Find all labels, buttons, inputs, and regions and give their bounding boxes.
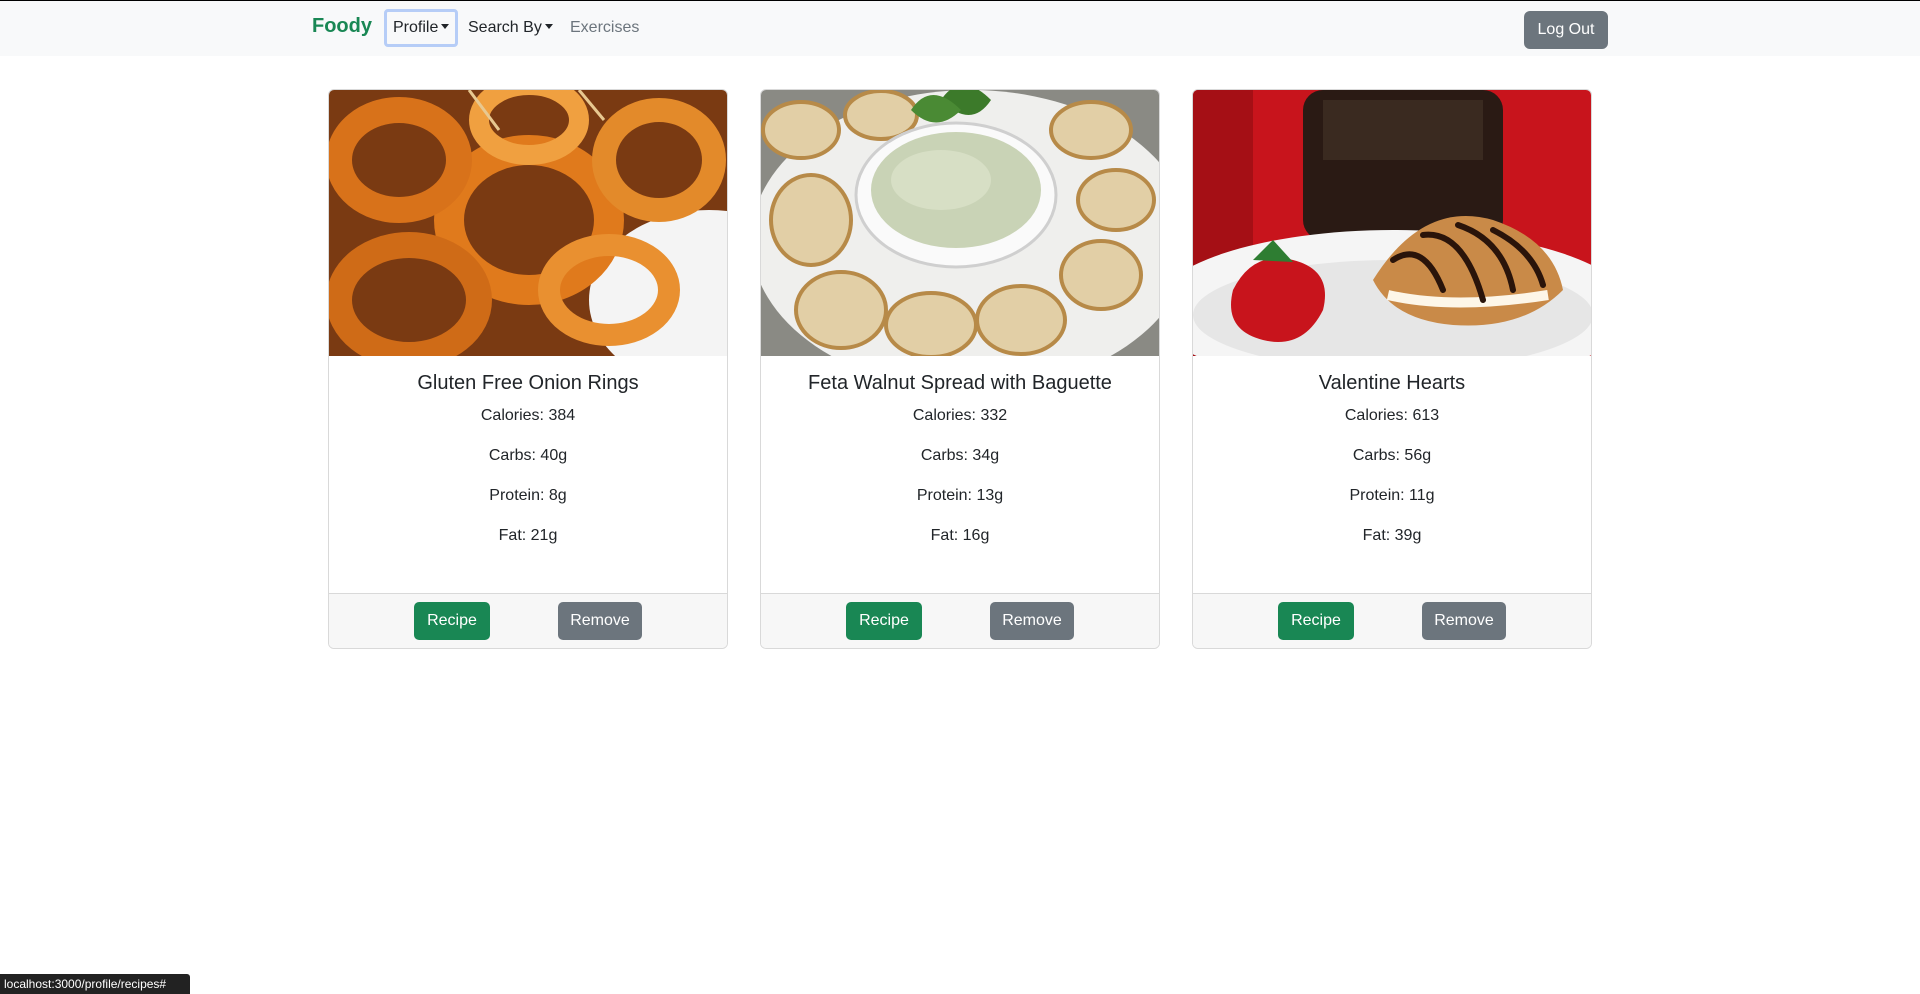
remove-button[interactable]: Remove <box>1422 602 1506 640</box>
browser-status-bar: localhost:3000/profile/recipes# <box>0 974 190 994</box>
card-footer: Recipe Remove <box>329 593 727 648</box>
nav-exercises-link[interactable]: Exercises <box>562 9 647 47</box>
remove-button[interactable]: Remove <box>990 602 1074 640</box>
recipe-title: Feta Walnut Spread with Baguette <box>808 372 1112 394</box>
recipe-calories: Calories: 613 <box>1344 407 1440 424</box>
recipe-button[interactable]: Recipe <box>846 602 922 640</box>
nav-search-by-label: Search By <box>468 19 542 36</box>
recipe-title: Valentine Hearts <box>1318 372 1466 394</box>
brand-logo[interactable]: Foody <box>312 15 372 38</box>
recipe-fat: Fat: 39g <box>1362 527 1422 544</box>
recipe-carbs: Carbs: 40g <box>488 447 568 464</box>
recipe-button[interactable]: Recipe <box>414 602 490 640</box>
card-footer: Recipe Remove <box>761 593 1159 648</box>
recipe-protein: Protein: 13g <box>916 487 1004 504</box>
recipe-button[interactable]: Recipe <box>1278 602 1354 640</box>
logout-button[interactable]: Log Out <box>1524 11 1608 49</box>
remove-button[interactable]: Remove <box>558 602 642 640</box>
nav-profile-label: Profile <box>393 19 439 36</box>
nav-profile-dropdown[interactable]: Profile <box>384 9 459 47</box>
recipe-protein: Protein: 8g <box>489 487 567 504</box>
chevron-down-icon <box>544 24 553 29</box>
recipe-card: Feta Walnut Spread with Baguette Calorie… <box>760 89 1160 649</box>
chevron-down-icon <box>441 24 450 29</box>
nav-search-by-dropdown[interactable]: Search By <box>460 9 561 47</box>
recipe-card: Valentine Hearts Calories: 613 Carbs: 56… <box>1192 89 1592 649</box>
recipe-calories: Calories: 332 <box>912 407 1008 424</box>
recipe-protein: Protein: 11g <box>1349 487 1435 504</box>
recipe-title: Gluten Free Onion Rings <box>417 372 639 394</box>
recipe-fat: Fat: 21g <box>498 527 558 544</box>
recipe-carbs: Carbs: 34g <box>920 447 1000 464</box>
recipe-image-valentine-hearts <box>1193 90 1591 356</box>
recipe-fat: Fat: 16g <box>930 527 990 544</box>
recipe-carbs: Carbs: 56g <box>1352 447 1432 464</box>
recipe-card: Gluten Free Onion Rings Calories: 384 Ca… <box>328 89 728 649</box>
top-navbar: Foody Profile Search By Exercises Log Ou… <box>0 0 1920 56</box>
card-footer: Recipe Remove <box>1193 593 1591 648</box>
recipe-image-onion-rings <box>329 90 727 356</box>
recipe-calories: Calories: 384 <box>480 407 576 424</box>
recipe-image-feta-spread <box>761 90 1159 356</box>
